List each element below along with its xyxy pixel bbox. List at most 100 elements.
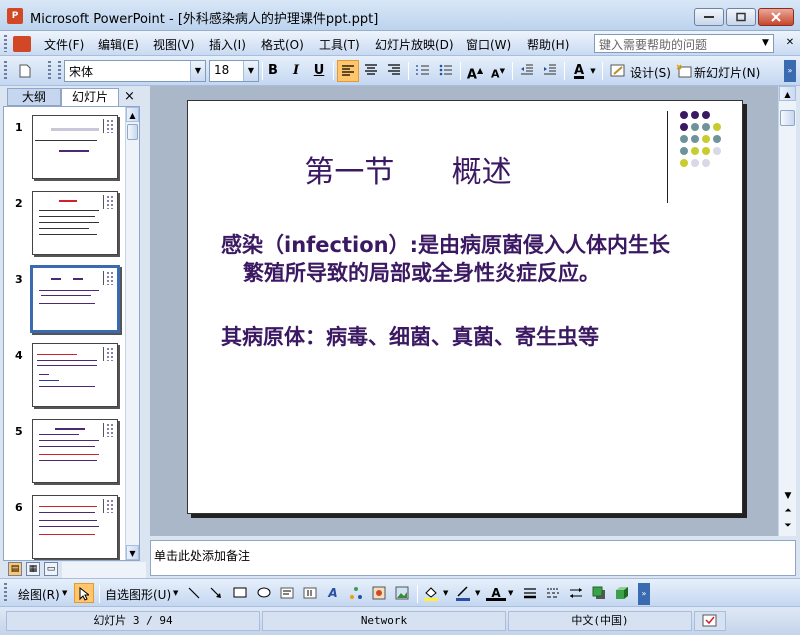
diagram-icon[interactable] (346, 583, 366, 603)
select-pointer-icon[interactable] (74, 583, 94, 603)
slide-body-definition[interactable]: 感染（infection）:是由病原菌侵入人体内生长 繁殖所导致的局部或全身性炎… (221, 231, 721, 287)
menu-format[interactable]: 格式(O) (261, 36, 304, 53)
slide-thumbnail[interactable] (32, 343, 118, 407)
slide-thumbnail-row[interactable]: 2 (4, 185, 126, 255)
slide-sorter-icon[interactable]: ▦ (26, 562, 40, 576)
chevron-down-icon[interactable]: ▼ (758, 35, 773, 52)
picture-icon[interactable] (392, 583, 412, 603)
maximize-button[interactable] (726, 8, 756, 26)
slideshow-icon[interactable]: ▭ (44, 562, 58, 576)
3d-icon[interactable] (612, 583, 632, 603)
chevron-down-icon[interactable]: ▼ (443, 589, 448, 597)
thumbnails-scrollbar[interactable]: ▲ ▼ (125, 107, 139, 560)
shadow-icon[interactable] (589, 583, 609, 603)
line-color-icon[interactable] (453, 583, 473, 603)
increase-indent-icon[interactable] (539, 60, 561, 82)
font-name-combo[interactable]: 宋体 ▼ (64, 60, 206, 82)
powerpoint-icon[interactable]: P (7, 8, 23, 24)
bullet-list-button[interactable] (435, 60, 457, 82)
scroll-down-icon[interactable]: ▼ (779, 489, 797, 504)
menu-view[interactable]: 视图(V) (153, 36, 195, 53)
slide-thumbnail-row[interactable]: 4 (4, 337, 126, 407)
doc-close-icon[interactable]: ✕ (782, 35, 798, 51)
new-slide-button[interactable]: 新幻灯片(N) (694, 64, 760, 81)
panel-hscroll[interactable] (62, 562, 146, 578)
next-slide-icon[interactable]: ⏷ (779, 519, 797, 534)
line-icon[interactable] (184, 583, 204, 603)
wordart-icon[interactable]: A (323, 583, 343, 603)
tab-slides[interactable]: 幻灯片 (61, 88, 119, 106)
menu-tools[interactable]: 工具(T) (319, 36, 360, 53)
slide-thumbnail[interactable] (32, 419, 118, 483)
clipart-icon[interactable] (369, 583, 389, 603)
decrease-indent-icon[interactable] (516, 60, 538, 82)
autoshapes-menu[interactable]: 自选图形(U) (105, 586, 171, 603)
slide-thumbnail[interactable] (32, 495, 118, 559)
align-right-button[interactable] (383, 60, 405, 82)
toolbar-grip-2[interactable] (48, 61, 51, 81)
new-document-icon[interactable] (14, 60, 36, 82)
close-button[interactable] (758, 8, 794, 26)
slide-thumbnail[interactable] (32, 115, 118, 179)
chevron-down-icon[interactable]: ▼ (508, 589, 513, 597)
fill-color-icon[interactable] (421, 583, 441, 603)
textbox-icon[interactable] (277, 583, 297, 603)
slide-thumbnail-selected[interactable] (30, 265, 120, 333)
notes-pane[interactable]: 单击此处添加备注 (150, 540, 796, 576)
align-center-button[interactable] (360, 60, 382, 82)
slide-canvas[interactable]: 第一节 概述 感染（infection）:是由病原菌侵入人体内生长 繁殖所导致的… (187, 100, 743, 514)
design-button[interactable]: 设计(S) (630, 64, 671, 81)
underline-button[interactable]: U (308, 60, 330, 82)
toolbar-options-icon[interactable]: » (638, 583, 650, 605)
spelling-check-icon[interactable] (694, 611, 726, 631)
menu-grip[interactable] (4, 35, 7, 52)
oval-icon[interactable] (254, 583, 274, 603)
normal-view-icon[interactable]: ▤ (8, 562, 22, 576)
arrow-style-icon[interactable] (566, 583, 586, 603)
decrease-font-icon[interactable]: A▼ (487, 60, 509, 82)
slide-scrollbar[interactable]: ▲ ▼ ⏶ ⏷ (778, 86, 796, 536)
slide-body-pathogens[interactable]: 其病原体：病毒、细菌、真菌、寄生虫等 (221, 323, 721, 351)
slide-title[interactable]: 第一节 概述 (188, 147, 628, 191)
menu-file[interactable]: 文件(F) (44, 36, 84, 53)
line-style-icon[interactable] (520, 583, 540, 603)
minimize-button[interactable] (694, 8, 724, 26)
vertical-textbox-icon[interactable] (300, 583, 320, 603)
close-icon[interactable]: × (124, 89, 135, 104)
toolbar-grip[interactable] (4, 583, 7, 603)
design-icon[interactable] (610, 64, 626, 78)
scroll-up-icon[interactable]: ▲ (779, 86, 796, 101)
chevron-down-icon[interactable]: ▼ (588, 60, 598, 82)
slide-thumbnail-row[interactable]: 1 (4, 109, 126, 179)
slide-thumbnail-row[interactable]: 5 (4, 413, 126, 483)
font-size-combo[interactable]: 18 ▼ (209, 60, 259, 82)
chevron-down-icon[interactable]: ▼ (190, 61, 205, 81)
dash-style-icon[interactable] (543, 583, 563, 603)
chevron-down-icon[interactable]: ▼ (62, 589, 67, 597)
menu-edit[interactable]: 编辑(E) (98, 36, 139, 53)
font-color-icon[interactable]: A (568, 60, 590, 82)
document-icon[interactable] (13, 36, 31, 52)
rectangle-icon[interactable] (230, 583, 250, 603)
scrollbar-thumb[interactable] (127, 124, 138, 140)
menu-insert[interactable]: 插入(I) (209, 36, 246, 53)
tab-outline[interactable]: 大纲 (7, 88, 61, 106)
previous-slide-icon[interactable]: ⏶ (779, 504, 797, 519)
slide-thumbnail-row[interactable]: 6 (4, 489, 126, 559)
numbered-list-button[interactable] (412, 60, 434, 82)
menu-slideshow[interactable]: 幻灯片放映(D) (375, 36, 454, 53)
new-slide-icon[interactable] (676, 64, 692, 78)
chevron-down-icon[interactable]: ▼ (475, 589, 480, 597)
italic-button[interactable]: I (285, 60, 307, 82)
draw-menu[interactable]: 绘图(R) (18, 586, 60, 603)
align-left-button[interactable] (337, 60, 359, 82)
toolbar-grip[interactable] (4, 61, 7, 81)
toolbar-grip-3[interactable] (58, 61, 61, 81)
slide-thumbnail[interactable] (32, 191, 118, 255)
menu-help[interactable]: 帮助(H) (527, 36, 569, 53)
scroll-up-icon[interactable]: ▲ (126, 107, 139, 122)
scrollbar-thumb[interactable] (780, 110, 795, 126)
chevron-down-icon[interactable]: ▼ (173, 589, 178, 597)
slide-thumbnail-row[interactable]: 3 (4, 261, 126, 333)
draw-font-color-icon[interactable]: A (486, 583, 506, 601)
